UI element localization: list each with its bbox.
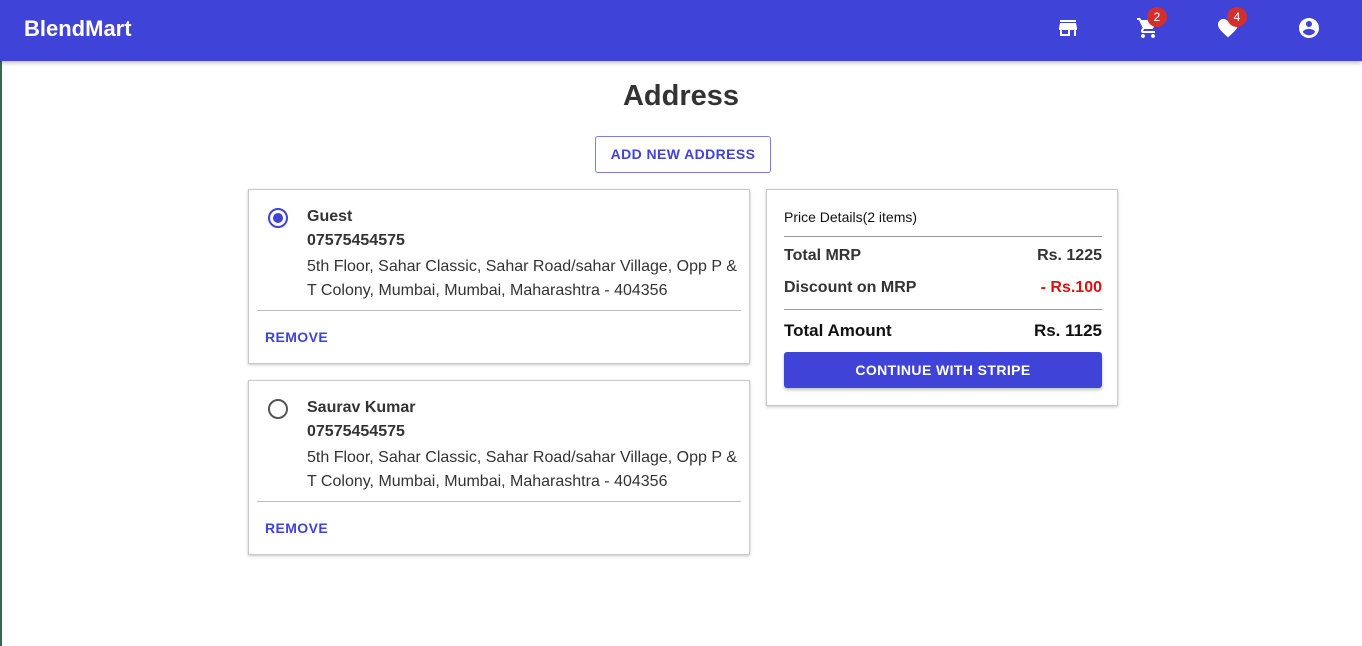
- address-name: Guest: [307, 208, 353, 225]
- store-button[interactable]: [1052, 14, 1084, 46]
- discount-value: - Rs.100: [1040, 279, 1102, 296]
- brand-logo[interactable]: BlendMart: [24, 16, 132, 42]
- divider: [257, 310, 741, 311]
- remove-address-button[interactable]: REMOVE: [265, 520, 328, 536]
- address-phone: 07575454575: [307, 423, 405, 440]
- cart-button[interactable]: 2: [1132, 7, 1167, 46]
- price-details-header: Price Details(2 items): [784, 209, 918, 225]
- wishlist-button[interactable]: 4: [1212, 7, 1247, 46]
- address-name: Saurav Kumar: [307, 399, 416, 416]
- divider: [784, 309, 1102, 310]
- address-radio[interactable]: [268, 399, 288, 419]
- account-circle-icon: [1297, 16, 1321, 45]
- remove-address-button[interactable]: REMOVE: [265, 329, 328, 345]
- page-left-edge: [0, 61, 2, 646]
- divider: [784, 236, 1102, 237]
- discount-row: Discount on MRP - Rs.100: [784, 279, 1102, 297]
- address-card: Saurav Kumar 07575454575 5th Floor, Saha…: [248, 380, 750, 555]
- app-bar: BlendMart 2 4: [0, 0, 1362, 61]
- add-new-address-button[interactable]: ADD NEW ADDRESS: [595, 136, 771, 173]
- divider: [257, 501, 741, 502]
- price-details-card: Price Details(2 items) Total MRP Rs. 122…: [766, 189, 1118, 406]
- address-radio-selected[interactable]: [268, 208, 288, 228]
- total-amount-row: Total Amount Rs. 1125: [784, 321, 1102, 341]
- address-text: 5th Floor, Sahar Classic, Sahar Road/sah…: [307, 449, 737, 490]
- address-card: Guest 07575454575 5th Floor, Sahar Class…: [248, 189, 750, 364]
- account-button[interactable]: [1293, 14, 1325, 46]
- total-mrp-row: Total MRP Rs. 1225: [784, 247, 1102, 265]
- continue-with-stripe-button[interactable]: CONTINUE WITH STRIPE: [784, 352, 1102, 388]
- total-amount-value: Rs. 1125: [1033, 321, 1102, 340]
- total-mrp-value: Rs. 1225: [1037, 247, 1102, 264]
- store-icon: [1056, 16, 1080, 45]
- address-text: 5th Floor, Sahar Classic, Sahar Road/sah…: [307, 258, 737, 299]
- total-amount-label: Total Amount: [784, 321, 892, 340]
- discount-label: Discount on MRP: [784, 279, 917, 296]
- wishlist-count-badge: 4: [1227, 7, 1247, 27]
- cart-count-badge: 2: [1147, 7, 1167, 27]
- total-mrp-label: Total MRP: [784, 247, 862, 264]
- address-phone: 07575454575: [307, 232, 405, 249]
- page-title: Address: [622, 80, 740, 112]
